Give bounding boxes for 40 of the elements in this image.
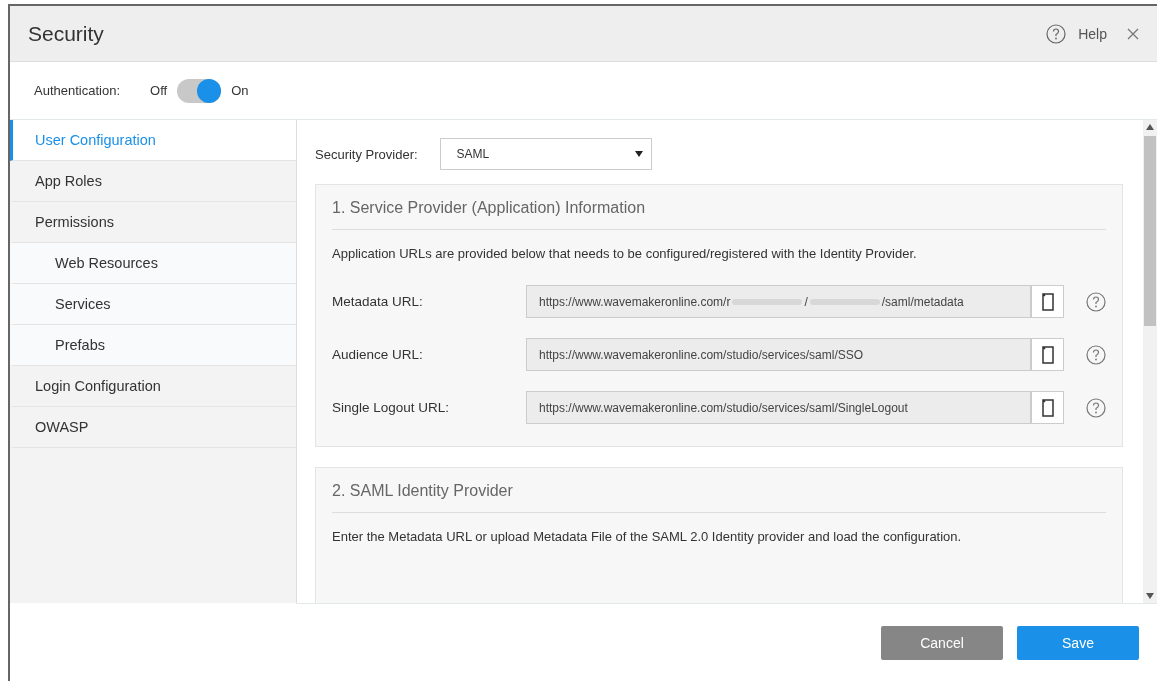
help-icon[interactable] <box>1086 344 1106 365</box>
provider-label: Security Provider: <box>315 146 418 162</box>
field-label: Metadata URL: <box>332 294 424 309</box>
authentication-label: Authentication: <box>34 83 120 98</box>
section-description: Enter the Metadata URL or upload Metadata File of the SAML 2.0 Identity provider and load the configuration. <box>332 528 963 546</box>
copy-icon <box>1041 292 1054 311</box>
copy-icon <box>1041 398 1054 417</box>
sidebar-subitem[interactable]: Services <box>10 284 296 325</box>
authentication-toggle[interactable] <box>177 78 222 103</box>
scroll-up-icon[interactable] <box>1146 124 1154 130</box>
window-title: Security <box>28 21 104 46</box>
cancel-button[interactable]: Cancel <box>881 625 1003 660</box>
copy-button[interactable] <box>1031 338 1064 371</box>
on-label: On <box>231 83 249 98</box>
sidebar-item[interactable]: User Configuration <box>10 120 296 161</box>
url-field[interactable]: https://www.wavemakeronline.com/r / /saml/metadata <box>526 285 1031 318</box>
sidebar-subitem[interactable]: Web Resources <box>10 243 296 284</box>
sidebar-item[interactable]: Login Configuration <box>10 366 296 407</box>
section-title: 1. Service Provider (Application) Information <box>332 185 1106 230</box>
sidebar-item[interactable]: OWASP <box>10 407 296 448</box>
field-label: Audience URL: <box>332 347 424 362</box>
off-label: Off <box>150 83 168 98</box>
help-link[interactable]: Help <box>1078 25 1107 42</box>
provider-select[interactable]: SAML <box>439 138 652 170</box>
section-title: 2. SAML Identity Provider <box>332 468 1106 513</box>
copy-button[interactable] <box>1031 391 1064 424</box>
sidebar-subitem[interactable]: Prefabs <box>10 325 296 366</box>
sidebar-item[interactable]: App Roles <box>10 161 296 202</box>
close-icon[interactable] <box>1127 27 1139 40</box>
copy-button[interactable] <box>1031 285 1064 318</box>
copy-icon <box>1041 345 1054 364</box>
url-field[interactable]: https://www.wavemakeronline.com/studio/services/saml/SingleLogout <box>526 391 1031 424</box>
section-description: Application URLs are provided below that needs to be configured/registered with the Identity Provider. <box>332 245 918 263</box>
url-field[interactable]: https://www.wavemakeronline.com/studio/services/saml/SSO <box>526 338 1031 371</box>
scroll-down-icon[interactable] <box>1146 593 1154 599</box>
help-icon[interactable] <box>1086 291 1106 312</box>
help-icon[interactable] <box>1086 397 1106 418</box>
field-label: Single Logout URL: <box>332 400 451 415</box>
dropdown-caret-icon <box>634 151 643 157</box>
help-icon[interactable] <box>1046 23 1067 44</box>
